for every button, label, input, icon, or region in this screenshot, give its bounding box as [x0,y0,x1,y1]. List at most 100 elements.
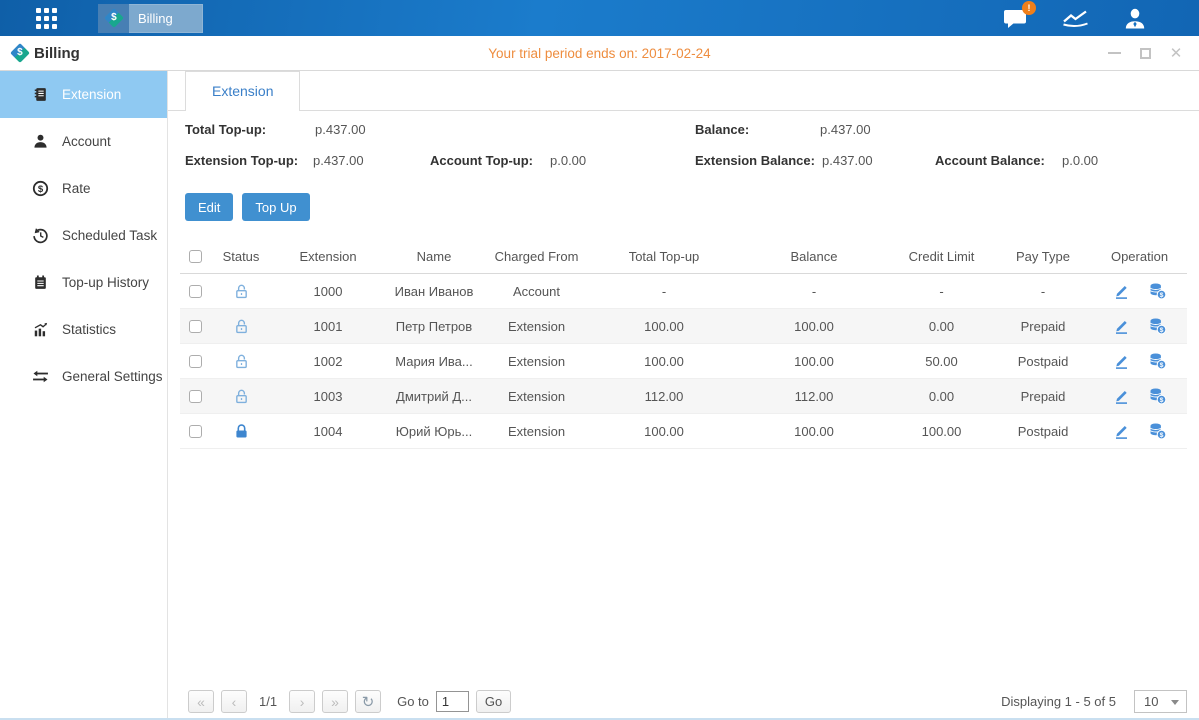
header-extension: Extension [272,249,384,264]
minimize-icon[interactable] [1107,46,1121,60]
topup-button[interactable]: Top Up [242,193,309,221]
cell-charged-from: Extension [484,389,589,404]
topup-coins-icon[interactable]: $ [1148,387,1167,405]
billing-app-tab-label: Billing [138,11,173,26]
row-checkbox[interactable] [189,285,202,298]
total-topup-label: Total Top-up: [185,122,266,137]
edit-button[interactable]: Edit [185,193,233,221]
notebook-icon [32,274,49,291]
go-button[interactable]: Go [476,690,511,713]
next-page-button[interactable]: › [289,690,315,713]
cell-extension: 1003 [272,389,384,404]
edit-pencil-icon[interactable] [1112,317,1130,335]
billing-app-icon: $ [98,4,129,33]
sidebar-item-account[interactable]: Account [0,118,167,165]
goto-page-input[interactable] [436,691,469,712]
header-operation: Operation [1092,249,1187,264]
cell-charged-from: Extension [484,424,589,439]
topup-coins-icon[interactable]: $ [1148,317,1167,335]
sidebar-item-label: Account [62,134,111,149]
svg-text:$: $ [38,184,44,195]
user-icon[interactable] [1123,8,1147,29]
extension-topup-value: p.437.00 [313,153,364,168]
sidebar-item-label: Statistics [62,322,116,337]
account-balance-label: Account Balance: [935,153,1045,168]
cell-pay-type: Postpaid [994,354,1092,369]
cell-name: Юрий Юрь... [384,424,484,439]
window-title: Billing [34,45,80,62]
sidebar-item-statistics[interactable]: Statistics [0,306,167,353]
edit-pencil-icon[interactable] [1112,352,1130,370]
history-clock-icon [32,227,49,244]
sidebar-item-label: Top-up History [62,275,149,290]
status-locked-icon [233,423,250,440]
maximize-icon[interactable] [1138,46,1152,60]
cell-charged-from: Account [484,284,589,299]
extension-balance-label: Extension Balance: [695,153,815,168]
chevron-down-icon [1171,700,1179,705]
edit-pencil-icon[interactable] [1112,422,1130,440]
status-unlocked-icon [233,388,250,405]
row-checkbox[interactable] [189,425,202,438]
sidebar-item-topup-history[interactable]: Top-up History [0,259,167,306]
cell-extension: 1001 [272,319,384,334]
cell-total-topup: 100.00 [589,424,739,439]
person-icon [32,133,49,150]
refresh-icon[interactable]: ↻ [355,690,381,713]
row-checkbox[interactable] [189,320,202,333]
tab-strip: Extension [168,71,1199,111]
close-icon[interactable]: ✕ [1169,46,1183,60]
select-all-checkbox[interactable] [189,250,202,263]
table-body: 1000 Иван Иванов Account - - - - $ [180,274,1187,449]
tab-extension[interactable]: Extension [185,71,300,111]
cell-pay-type: - [994,284,1092,299]
cell-pay-type: Prepaid [994,319,1092,334]
topup-coins-icon[interactable]: $ [1148,282,1167,300]
header-name: Name [384,249,484,264]
cell-credit-limit: 50.00 [889,354,994,369]
cell-credit-limit: 100.00 [889,424,994,439]
cell-balance: 112.00 [739,389,889,404]
svg-text:$: $ [1160,292,1164,299]
sidebar-item-scheduled-task[interactable]: Scheduled Task [0,212,167,259]
sliders-icon [32,368,49,385]
row-checkbox[interactable] [189,390,202,403]
sidebar-item-general-settings[interactable]: General Settings [0,353,167,400]
goto-label: Go to [397,694,429,709]
prev-page-button[interactable]: ‹ [221,690,247,713]
table-row: 1001 Петр Петров Extension 100.00 100.00… [180,309,1187,344]
app-grid-icon[interactable] [36,8,57,29]
cell-total-topup: 112.00 [589,389,739,404]
sidebar-item-label: General Settings [62,369,163,384]
table-row: 1000 Иван Иванов Account - - - - $ [180,274,1187,309]
titlebar: $ Billing Your trial period ends on: 201… [0,36,1199,71]
first-page-button[interactable]: « [188,690,214,713]
cell-extension: 1004 [272,424,384,439]
sidebar-item-rate[interactable]: $ Rate [0,165,167,212]
topup-coins-icon[interactable]: $ [1148,422,1167,440]
edit-pencil-icon[interactable] [1112,387,1130,405]
pagination-bar: « ‹ 1/1 › » ↻ Go to Go Displaying 1 - 5 … [168,690,1199,713]
balance-label: Balance: [695,122,749,137]
total-topup-value: p.437.00 [315,122,366,137]
sidebar-item-label: Extension [62,87,121,102]
cell-total-topup: 100.00 [589,354,739,369]
billing-app-tab[interactable]: $ Billing [98,4,203,33]
status-unlocked-icon [233,283,250,300]
topup-coins-icon[interactable]: $ [1148,352,1167,370]
main-panel: Extension Total Top-up: p.437.00 Balance… [168,71,1199,720]
sidebar-item-extension[interactable]: Extension [0,71,167,118]
reports-chart-icon[interactable] [1062,8,1089,28]
last-page-button[interactable]: » [322,690,348,713]
cell-balance: 100.00 [739,424,889,439]
edit-pencil-icon[interactable] [1112,282,1130,300]
billing-window: $ Billing ! $ Billing Your trial period … [0,0,1199,720]
page-size-select[interactable]: 10 [1134,690,1187,713]
extension-balance-value: p.437.00 [822,153,873,168]
header-total-topup: Total Top-up [589,249,739,264]
extension-topup-label: Extension Top-up: [185,153,298,168]
messages-icon[interactable]: ! [1003,8,1028,29]
dollar-circle-icon: $ [32,180,49,197]
svg-text:$: $ [1160,397,1164,404]
row-checkbox[interactable] [189,355,202,368]
